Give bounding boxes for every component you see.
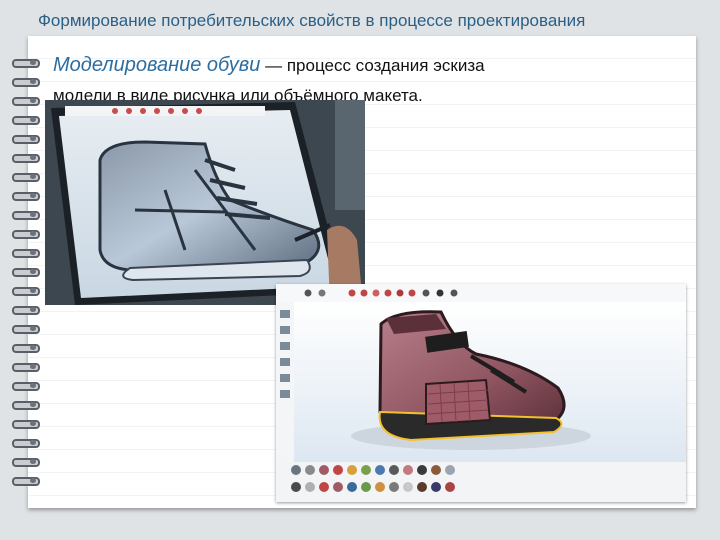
spiral-ring [10, 457, 40, 467]
term-heading: Моделирование обуви [53, 54, 261, 76]
spiral-ring [10, 419, 40, 429]
spiral-ring [10, 324, 40, 334]
spiral-ring [10, 400, 40, 410]
spiral-binding [10, 58, 40, 498]
tablet-sketch-photo [45, 100, 365, 305]
spiral-ring [10, 305, 40, 315]
definition-text-1: процесс создания эскиза [286, 56, 485, 75]
spiral-ring [10, 248, 40, 258]
spiral-ring [10, 172, 40, 182]
page-title: Формирование потребительских свойств в п… [38, 11, 586, 30]
spiral-ring [10, 286, 40, 296]
sneaker-sketch-image [45, 100, 365, 305]
spiral-ring [10, 229, 40, 239]
spiral-ring [10, 362, 40, 372]
spiral-ring [10, 381, 40, 391]
spiral-ring [10, 134, 40, 144]
spiral-ring [10, 267, 40, 277]
spiral-ring [10, 343, 40, 353]
spiral-ring [10, 58, 40, 68]
spiral-ring [10, 191, 40, 201]
spiral-ring [10, 438, 40, 448]
spiral-ring [10, 210, 40, 220]
spiral-ring [10, 153, 40, 163]
boot-3d-render-image [276, 284, 686, 502]
cad-3d-model-screenshot [276, 284, 686, 502]
definition-line-1: Моделирование обуви — процесс создания э… [53, 50, 683, 81]
spiral-ring [10, 115, 40, 125]
dash: — [260, 56, 287, 75]
spiral-ring [10, 96, 40, 106]
spiral-ring [10, 476, 40, 486]
spiral-ring [10, 77, 40, 87]
